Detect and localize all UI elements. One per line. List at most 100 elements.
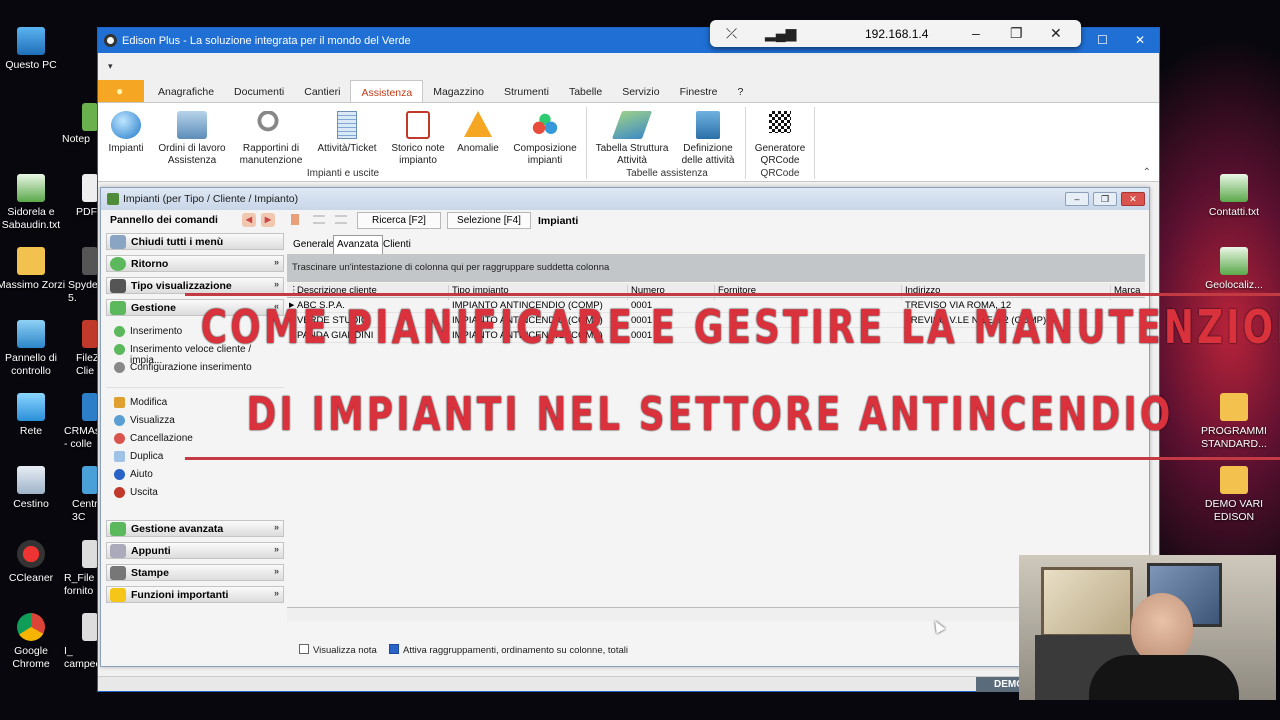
nav-back-icon[interactable]: ◀ <box>242 213 256 227</box>
ribbon-ordini-button[interactable]: Ordini di lavoro Assistenza <box>154 111 230 167</box>
app-icon <box>82 466 98 494</box>
section-stampe[interactable]: Stampe » <box>106 564 284 581</box>
ribbon-storico-button[interactable]: Storico note impianto <box>386 111 450 167</box>
notes-icon <box>110 544 126 558</box>
ribbon-tabella-struttura-button[interactable]: Tabella Struttura Attività <box>592 111 672 167</box>
subtab-generale[interactable]: Generale <box>293 239 334 250</box>
subtab-avanzata[interactable]: Avanzata <box>333 235 383 254</box>
collapse-ribbon-icon[interactable]: ⌃ <box>1143 167 1151 178</box>
desktop-icon-contatti[interactable]: Contatti.txt <box>1199 174 1269 219</box>
ribbon-anomalie-button[interactable]: Anomalie <box>454 111 502 155</box>
chevron-down-icon: » <box>273 279 279 289</box>
panel-header: Pannello dei comandi ◀ ▶ <box>106 210 284 230</box>
signal-strength-icon: ▂▄▆ <box>765 25 797 41</box>
close-all-menus[interactable]: Chiudi tutti i menù <box>106 233 284 250</box>
webcam-overlay <box>1019 555 1276 700</box>
section-appunti[interactable]: Appunti » <box>106 542 284 559</box>
subtab-clienti[interactable]: Clienti <box>383 239 411 250</box>
wrench-person-icon <box>256 111 286 139</box>
file-icon <box>82 540 98 568</box>
tab-documenti[interactable]: Documenti <box>224 80 294 102</box>
desktop-icon-text-file[interactable]: Sidorela e Sabaudin.txt <box>0 174 66 232</box>
restore-icon[interactable]: ❐ <box>1010 25 1023 41</box>
ribbon-definizione-button[interactable]: Definizione delle attività <box>676 111 740 167</box>
desktop-icon-centro[interactable]: Centr 3C <box>72 466 98 524</box>
desktop-icon-demo-vari[interactable]: DEMO VARI EDISON <box>1199 466 1269 524</box>
close-icon[interactable]: ✕ <box>1121 192 1145 206</box>
visualizza-nota-checkbox[interactable]: Visualizza nota <box>299 644 377 656</box>
desktop-icon-spyder[interactable]: Spyde 5. <box>68 247 98 305</box>
section-tipo-visualizzazione[interactable]: Tipo visualizzazione » <box>106 277 284 294</box>
delete-icon <box>114 433 125 444</box>
desktop-icon-recycle-bin[interactable]: Cestino <box>0 466 66 511</box>
desktop-icon-notepad[interactable]: Notep <box>62 103 98 146</box>
duplicate-icon <box>114 451 125 462</box>
desktop-icon-folder[interactable]: Massimo Zorzi <box>0 247 66 292</box>
desktop-icon-control-panel[interactable]: Pannello di controllo <box>0 320 66 378</box>
ribbon-composizione-button[interactable]: Composizione impianti <box>508 111 582 167</box>
tab-strumenti[interactable]: Strumenti <box>494 80 559 102</box>
minimize-icon[interactable]: – <box>1065 192 1089 206</box>
desktop-icon-pdf[interactable]: PDF <box>76 174 98 219</box>
tab-help[interactable]: ? <box>728 80 754 102</box>
selezione-button[interactable]: Selezione [F4] <box>447 212 531 229</box>
attiva-raggruppamenti-checkbox[interactable]: Attiva raggruppamenti, ordinamento su co… <box>389 644 628 656</box>
group-by-area[interactable]: Trascinare un'intestazione di colonna qu… <box>287 254 1145 282</box>
child-titlebar[interactable]: Impianti (per Tipo / Cliente / Impianto)… <box>101 188 1149 210</box>
ricerca-button[interactable]: Ricerca [F2] <box>357 212 441 229</box>
layers-icon <box>611 111 653 139</box>
file-menu-button[interactable]: ● <box>98 80 144 102</box>
tab-tabelle[interactable]: Tabelle <box>559 80 612 102</box>
tab-anagrafiche[interactable]: Anagrafiche <box>148 80 224 102</box>
quick-access-toolbar[interactable]: ▾ <box>108 61 113 72</box>
advanced-icon <box>110 522 126 536</box>
desktop-icon-campec[interactable]: I_ campec <box>64 613 101 671</box>
close-icon[interactable]: ✕ <box>1135 33 1145 47</box>
child-title: Impianti (per Tipo / Cliente / Impianto) <box>123 193 299 205</box>
spyder-icon <box>82 247 98 275</box>
close-icon[interactable]: ✕ <box>1050 25 1062 41</box>
section-funzioni[interactable]: Funzioni importanti » <box>106 586 284 603</box>
tab-finestre[interactable]: Finestre <box>670 80 728 102</box>
menu-aiuto[interactable]: Aiuto <box>106 466 284 484</box>
tab-magazzino[interactable]: Magazzino <box>423 80 494 102</box>
binoculars-icon <box>110 279 126 293</box>
restore-icon[interactable]: ❐ <box>1093 192 1117 206</box>
view-icon <box>114 415 125 426</box>
section-ritorno[interactable]: Ritorno » <box>106 255 284 272</box>
pin-off-icon[interactable]: ⤫ <box>726 25 737 41</box>
minimize-icon[interactable]: – <box>972 25 980 41</box>
toolbar-icon[interactable] <box>313 215 325 224</box>
maximize-icon[interactable]: ☐ <box>1097 33 1108 47</box>
section-gestione-avanzata[interactable]: Gestione avanzata » <box>106 520 284 537</box>
desktop-icon-crmas[interactable]: CRMAs - colle <box>64 393 100 451</box>
menu-configurazione[interactable]: Configurazione inserimento <box>106 359 284 377</box>
tab-servizio[interactable]: Servizio <box>612 80 669 102</box>
ribbon-qrcode-button[interactable]: Generatore QRCode <box>750 111 810 167</box>
ribbon-attivita-button[interactable]: Attività/Ticket <box>312 111 382 155</box>
chevron-down-icon: » <box>273 522 279 532</box>
nav-forward-icon[interactable]: ▶ <box>261 213 275 227</box>
desktop-icon-ccleaner[interactable]: CCleaner <box>0 540 66 585</box>
desktop-icon-geolocaliz[interactable]: Geolocaliz... <box>1199 247 1269 292</box>
remote-ip: 192.168.1.4 <box>865 27 929 41</box>
toolbar-icon[interactable] <box>335 215 347 224</box>
desktop-icon-r-file[interactable]: R_File fornito <box>64 540 98 598</box>
tab-cantieri[interactable]: Cantieri <box>294 80 350 102</box>
desktop-icon-network[interactable]: Rete <box>0 393 66 438</box>
exit-icon <box>114 487 125 498</box>
desktop-icon-chrome[interactable]: Google Chrome <box>0 613 66 671</box>
printer-icon <box>110 566 126 580</box>
check-icon <box>110 257 126 271</box>
ribbon-impianti-button[interactable]: Impianti <box>104 111 148 155</box>
ribbon-tabs: ● Anagrafiche Documenti Cantieri Assiste… <box>98 80 1159 102</box>
ribbon-separator <box>745 107 746 179</box>
network-icon <box>17 393 45 421</box>
menu-uscita[interactable]: Uscita <box>106 484 284 502</box>
chevron-down-icon: » <box>273 566 279 576</box>
grid-horizontal-scrollbar[interactable] <box>287 607 1145 621</box>
ribbon-rapportini-button[interactable]: Rapportini di manutenzione <box>236 111 306 167</box>
tab-assistenza[interactable]: Assistenza <box>350 80 424 102</box>
toolbar-icon[interactable] <box>291 214 299 225</box>
desktop-icon-questo-pc[interactable]: Questo PC <box>0 27 66 72</box>
